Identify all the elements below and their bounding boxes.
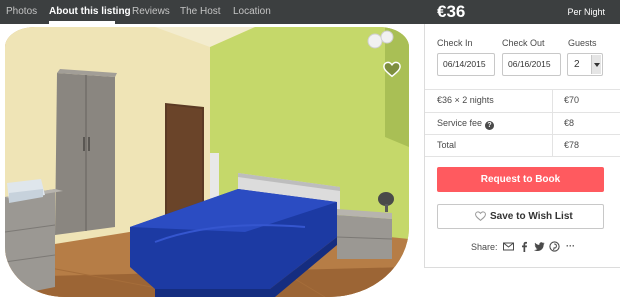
booking-panel: Check In Check Out Guests 06/14/2015 06/… bbox=[424, 24, 620, 268]
chevron-down-icon[interactable] bbox=[591, 55, 601, 74]
guests-select[interactable]: 2 bbox=[567, 53, 603, 76]
service-fee-value: €8 bbox=[564, 118, 575, 128]
twitter-icon[interactable] bbox=[534, 241, 545, 252]
check-out-field[interactable]: 06/16/2015 bbox=[502, 53, 561, 76]
mail-icon[interactable] bbox=[503, 241, 514, 252]
per-night-label: Per Night bbox=[567, 7, 605, 17]
tab-about-this-listing[interactable]: About this listing bbox=[49, 6, 131, 18]
tab-location[interactable]: Location bbox=[233, 6, 271, 18]
price-header: €36 Per Night bbox=[424, 0, 620, 24]
divider bbox=[425, 89, 620, 90]
guests-value: 2 bbox=[574, 59, 580, 70]
tab-the-host[interactable]: The Host bbox=[180, 6, 221, 18]
check-out-label: Check Out bbox=[502, 38, 545, 48]
nights-line-value: €70 bbox=[564, 95, 580, 105]
service-fee-line: Service fee? bbox=[437, 118, 495, 130]
photo-area bbox=[0, 24, 424, 298]
listing-nav: Photos About this listing Reviews The Ho… bbox=[0, 0, 424, 24]
tab-reviews[interactable]: Reviews bbox=[132, 6, 170, 18]
wish-list-label: Save to Wish List bbox=[490, 211, 573, 222]
facebook-icon[interactable] bbox=[519, 241, 530, 252]
share-label: Share: bbox=[471, 242, 498, 252]
total-value: €78 bbox=[564, 140, 580, 150]
check-in-label: Check In bbox=[437, 38, 473, 48]
divider bbox=[425, 156, 620, 157]
divider bbox=[425, 134, 620, 135]
guests-label: Guests bbox=[568, 38, 597, 48]
divider-vertical bbox=[552, 90, 553, 157]
help-icon[interactable]: ? bbox=[485, 121, 495, 130]
nights-line-label: €36 × 2 nights bbox=[437, 95, 494, 105]
nightly-price: €36 bbox=[437, 2, 466, 21]
total-label: Total bbox=[437, 140, 457, 150]
bedroom-photo-illustration bbox=[5, 27, 409, 297]
tab-photos[interactable]: Photos bbox=[6, 6, 37, 18]
request-to-book-button[interactable]: Request to Book bbox=[437, 167, 604, 192]
more-icon[interactable]: ··· bbox=[565, 241, 576, 252]
listing-photo[interactable] bbox=[5, 27, 409, 297]
pinterest-icon[interactable] bbox=[549, 241, 560, 252]
heart-icon bbox=[475, 211, 486, 221]
check-in-field[interactable]: 06/14/2015 bbox=[437, 53, 495, 76]
divider bbox=[425, 112, 620, 113]
service-fee-label: Service fee bbox=[437, 118, 483, 128]
wishlist-heart-icon[interactable] bbox=[383, 61, 401, 79]
save-to-wish-list-button[interactable]: Save to Wish List bbox=[437, 204, 604, 229]
